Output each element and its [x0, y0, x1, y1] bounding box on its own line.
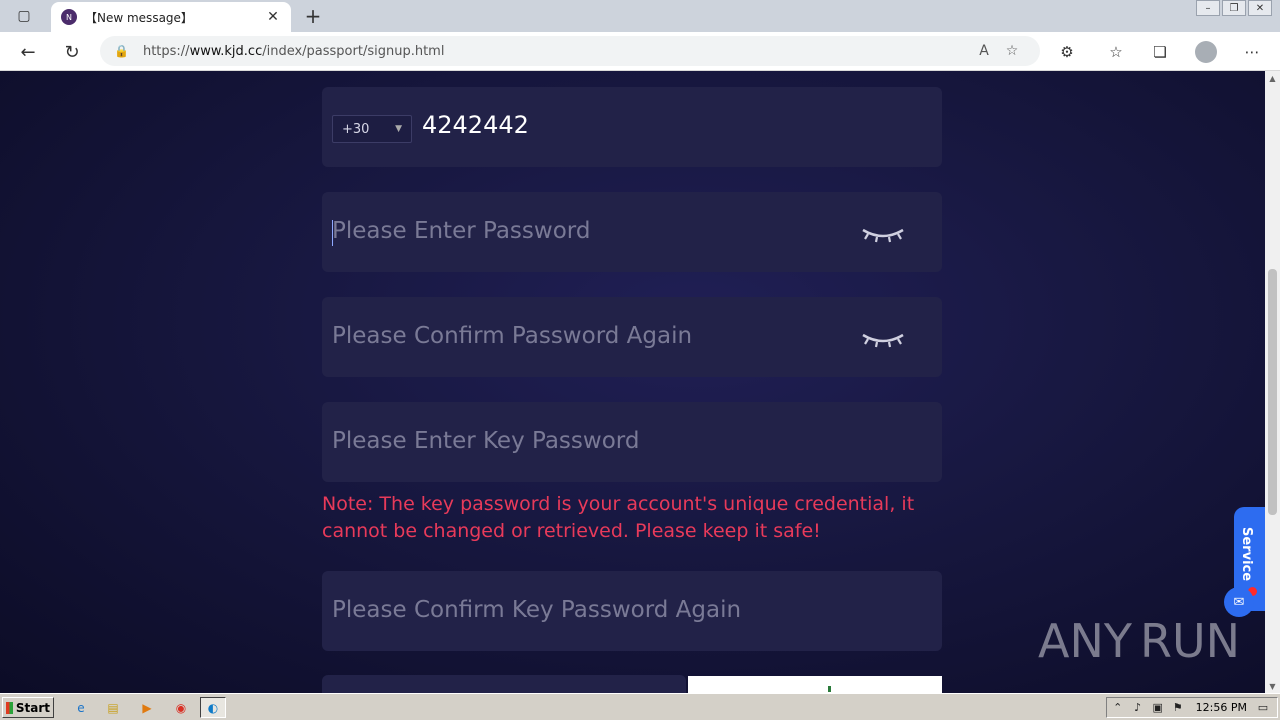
tab-actions-icon[interactable]: ▢	[8, 6, 40, 26]
clock[interactable]: 12:56 PM	[1196, 701, 1247, 714]
confirm-password-field[interactable]: Please Confirm Password Again	[322, 297, 942, 377]
tray-expand-icon[interactable]: ⌃	[1108, 701, 1128, 714]
site-favicon-icon: N	[61, 9, 77, 25]
signup-page: +30 ▼ 4242442 Please Enter Password Plea…	[0, 71, 1265, 693]
close-window-button[interactable]: ✕	[1248, 0, 1272, 16]
explorer-icon[interactable]: ▤	[100, 697, 126, 718]
key-password-input[interactable]: Please Enter Key Password	[332, 428, 639, 454]
action-center-icon[interactable]: ⚑	[1168, 701, 1188, 714]
anyrun-watermark: ANY RUN	[1038, 614, 1241, 668]
show-desktop-icon[interactable]: ▭	[1253, 701, 1273, 714]
password-input[interactable]: Please Enter Password	[332, 218, 590, 244]
phone-input[interactable]: 4242442	[422, 111, 529, 139]
hide-password-icon[interactable]	[860, 222, 906, 244]
minimize-button[interactable]: –	[1196, 0, 1220, 16]
dropdown-arrow-icon: ▼	[395, 124, 402, 134]
windows-logo-icon	[6, 701, 13, 714]
browser-toolbar: ← ↻ 🔒 https://www.kjd.cc/index/passport/…	[0, 32, 1280, 71]
lock-icon: 🔒	[114, 44, 129, 58]
ie-icon[interactable]: e	[68, 697, 94, 718]
browser-tab[interactable]: N 【New message】 ✕	[51, 2, 291, 32]
window-controls: – ❐ ✕	[1196, 0, 1272, 18]
country-code-value: +30	[342, 121, 370, 137]
extensions-icon[interactable]: ⚙	[1055, 40, 1079, 64]
restore-button[interactable]: ❐	[1222, 0, 1246, 16]
service-label: Service	[1239, 527, 1254, 582]
scroll-thumb[interactable]	[1268, 269, 1277, 515]
chrome-icon[interactable]: ◉	[168, 697, 194, 718]
start-button[interactable]: Start	[2, 697, 54, 718]
read-aloud-icon[interactable]: A	[970, 39, 998, 63]
confirm-key-password-input[interactable]: Please Confirm Key Password Again	[332, 597, 741, 623]
profile-avatar[interactable]	[1194, 40, 1218, 64]
new-tab-button[interactable]: +	[300, 4, 326, 28]
confirm-password-input[interactable]: Please Confirm Password Again	[332, 323, 692, 349]
page-scrollbar[interactable]: ▲ ▼	[1265, 71, 1280, 693]
edge-icon[interactable]: ◐	[200, 697, 226, 718]
browser-tab-strip: ▢ N 【New message】 ✕ + – ❐ ✕	[0, 0, 1280, 32]
collections-icon[interactable]: ❏	[1148, 40, 1172, 64]
text-cursor	[332, 220, 333, 246]
password-field[interactable]: Please Enter Password	[322, 192, 942, 272]
key-password-field[interactable]: Please Enter Key Password	[322, 402, 942, 482]
media-player-icon[interactable]: ▶	[134, 697, 160, 718]
captcha-image[interactable]	[688, 676, 942, 693]
back-button[interactable]: ←	[14, 38, 42, 66]
tab-title: 【New message】	[85, 10, 193, 25]
url-text: https://www.kjd.cc/index/passport/signup…	[142, 43, 445, 59]
add-favorite-icon[interactable]: ☆	[998, 39, 1026, 63]
address-bar[interactable]: 🔒 https://www.kjd.cc/index/passport/sign…	[100, 36, 1040, 66]
close-tab-icon[interactable]: ✕	[265, 9, 281, 25]
captcha-input[interactable]	[322, 675, 686, 693]
system-tray: ⌃ ♪ ▣ ⚑ 12:56 PM ▭	[1106, 697, 1278, 718]
scroll-down-icon[interactable]: ▼	[1265, 679, 1280, 693]
country-code-select[interactable]: +30 ▼	[332, 115, 412, 143]
volume-icon[interactable]: ♪	[1128, 701, 1148, 714]
scroll-up-icon[interactable]: ▲	[1265, 71, 1280, 85]
confirm-key-password-field[interactable]: Please Confirm Key Password Again	[322, 571, 942, 651]
taskbar: Start e ▤ ▶ ◉ ◐ ⌃ ♪ ▣ ⚑ 12:56 PM ▭	[0, 693, 1280, 720]
phone-field: +30 ▼ 4242442	[322, 87, 942, 167]
favorites-icon[interactable]: ☆	[1104, 40, 1128, 64]
hide-confirm-password-icon[interactable]	[860, 327, 906, 349]
network-icon[interactable]: ▣	[1148, 701, 1168, 714]
key-password-note: Note: The key password is your account's…	[322, 493, 915, 542]
more-menu-icon[interactable]: ⋯	[1240, 40, 1264, 64]
refresh-button[interactable]: ↻	[58, 38, 86, 66]
